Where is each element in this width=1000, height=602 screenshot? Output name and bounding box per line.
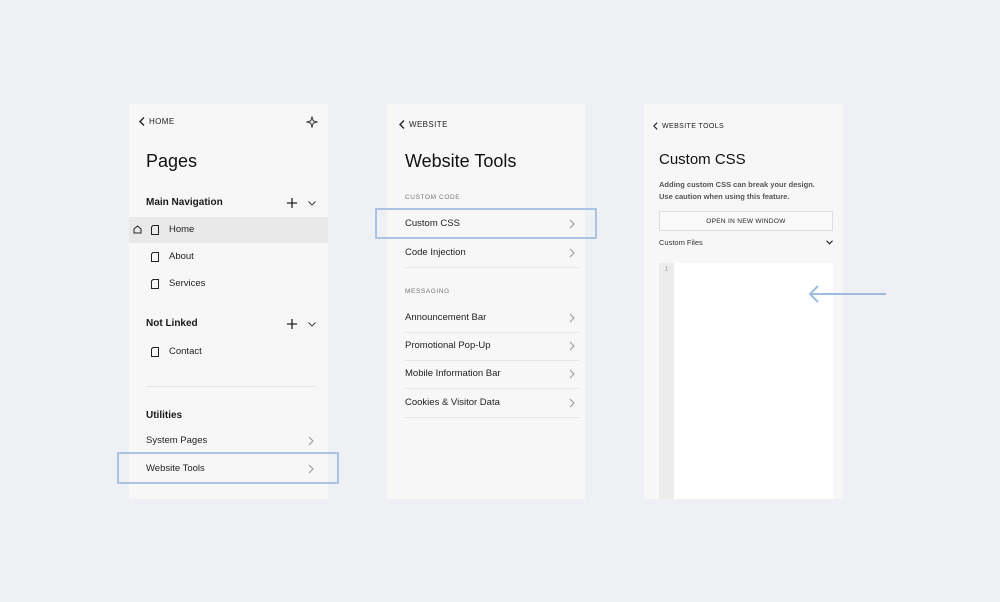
back-website-label: WEBSITE <box>409 120 448 129</box>
page-icon <box>151 224 159 235</box>
not-linked-heading: Not Linked <box>146 318 198 329</box>
page-icon <box>151 278 159 289</box>
item-label: Announcement Bar <box>405 312 487 323</box>
back-website-tools-label: WEBSITE TOOLS <box>662 122 725 130</box>
nav-item-about[interactable]: About <box>151 251 194 262</box>
nav-item-label: Services <box>169 278 206 289</box>
line-number: 1 <box>664 266 669 273</box>
website-tools-highlight <box>117 452 339 484</box>
chevron-down-icon[interactable] <box>308 201 316 206</box>
item-label: Mobile Information Bar <box>405 368 501 379</box>
add-page-icon[interactable] <box>287 198 297 208</box>
website-tools-panel: WEBSITE Website Tools CUSTOM CODE Custom… <box>387 104 585 499</box>
messaging-label: MESSAGING <box>405 288 450 295</box>
item-label: Code Injection <box>405 247 466 258</box>
caution-line-2: Use caution when using this feature. <box>659 192 790 201</box>
open-in-new-window-button[interactable]: OPEN IN NEW WINDOW <box>659 211 833 231</box>
chevron-left-icon <box>399 120 405 129</box>
utility-system-pages[interactable]: System Pages <box>146 435 314 446</box>
mobile-info-bar-item[interactable]: Mobile Information Bar <box>405 368 575 379</box>
item-label: Promotional Pop-Up <box>405 340 491 351</box>
divider <box>405 267 579 268</box>
caution-message: Adding custom CSS can break your design.… <box>659 179 815 203</box>
utilities-heading: Utilities <box>146 410 183 421</box>
code-injection-item[interactable]: Code Injection <box>405 247 575 258</box>
chevron-right-icon <box>569 248 575 257</box>
add-page-icon[interactable] <box>287 319 297 329</box>
chevron-right-icon <box>569 313 575 322</box>
pages-panel: HOME Pages Main Navigation Home About Se… <box>129 104 328 499</box>
page-title: Pages <box>146 151 198 171</box>
arrow-left-icon <box>808 285 886 303</box>
page-icon <box>151 251 159 262</box>
custom-css-highlight <box>375 208 597 239</box>
back-home-label: HOME <box>149 117 175 126</box>
page-title: Custom CSS <box>659 151 746 168</box>
chevron-left-icon <box>139 117 145 126</box>
custom-code-label: CUSTOM CODE <box>405 194 461 201</box>
line-number-gutter: 1 <box>659 263 674 499</box>
item-label: Cookies & Visitor Data <box>405 397 500 408</box>
nav-item-services[interactable]: Services <box>151 278 205 289</box>
chevron-down-icon <box>826 240 833 245</box>
caution-line-1: Adding custom CSS can break your design. <box>659 180 815 189</box>
back-website-link[interactable]: WEBSITE <box>399 120 448 129</box>
nav-item-contact[interactable]: Contact <box>151 346 202 357</box>
divider <box>146 386 316 387</box>
chevron-right-icon <box>308 436 314 445</box>
homepage-icon <box>133 225 142 234</box>
back-home-link[interactable]: HOME <box>139 117 175 126</box>
cookies-visitor-data-item[interactable]: Cookies & Visitor Data <box>405 397 575 408</box>
sparkle-icon[interactable] <box>306 116 318 128</box>
divider <box>405 417 579 418</box>
utility-label: System Pages <box>146 435 208 446</box>
back-website-tools-link[interactable]: WEBSITE TOOLS <box>653 122 724 130</box>
divider <box>405 360 579 361</box>
page-icon <box>151 346 159 357</box>
nav-item-label: Contact <box>169 346 202 357</box>
promotional-popup-item[interactable]: Promotional Pop-Up <box>405 340 575 351</box>
divider <box>405 388 579 389</box>
custom-files-dropdown[interactable]: Custom Files <box>659 238 833 247</box>
chevron-right-icon <box>569 369 575 378</box>
chevron-left-icon <box>653 122 658 130</box>
main-navigation-heading: Main Navigation <box>146 197 223 208</box>
divider <box>405 332 579 333</box>
nav-item-label: About <box>169 251 194 262</box>
chevron-right-icon <box>569 398 575 407</box>
page-title: Website Tools <box>405 151 517 171</box>
chevron-right-icon <box>569 341 575 350</box>
nav-item-label: Home <box>169 224 195 235</box>
custom-files-label: Custom Files <box>659 238 703 247</box>
announcement-bar-item[interactable]: Announcement Bar <box>405 312 575 323</box>
chevron-down-icon[interactable] <box>308 322 316 327</box>
nav-item-home[interactable]: Home <box>151 224 194 235</box>
